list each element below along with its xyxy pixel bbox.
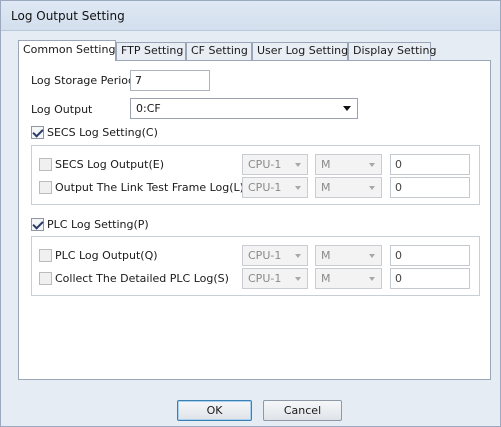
link-test-frame-log-label: Output The Link Test Frame Log(L)	[55, 181, 244, 194]
secs-log-setting-label: SECS Log Setting(C)	[47, 126, 158, 139]
link-test-frame-log-number-input[interactable]: 0	[390, 177, 470, 198]
common-setting-panel: Log Storage Period 7 Log Output 0:CF SEC…	[18, 60, 491, 380]
log-output-label: Log Output	[31, 103, 93, 116]
device-value: M	[321, 272, 331, 285]
plc-log-setting-label: PLC Log Setting(P)	[47, 218, 149, 231]
plc-log-output-device-select[interactable]: M	[315, 245, 382, 266]
chevron-down-icon	[369, 186, 375, 190]
detailed-plc-log-checkbox[interactable]	[39, 272, 52, 285]
log-output-value: 0:CF	[136, 102, 161, 115]
link-test-frame-log-cpu-select[interactable]: CPU-1	[242, 177, 308, 198]
chevron-down-icon	[295, 254, 301, 258]
cpu-value: CPU-1	[248, 272, 282, 285]
plc-log-output-label: PLC Log Output(Q)	[55, 249, 158, 262]
secs-log-setting-checkbox[interactable]	[31, 126, 44, 139]
secs-log-output-device-select[interactable]: M	[315, 154, 382, 175]
log-output-setting-dialog: Log Output Setting Common Setting FTP Se…	[0, 0, 501, 427]
chevron-down-icon	[369, 163, 375, 167]
device-value: M	[321, 249, 331, 262]
log-storage-period-input[interactable]: 7	[130, 70, 210, 91]
cpu-value: CPU-1	[248, 249, 282, 262]
plc-log-output-cpu-select[interactable]: CPU-1	[242, 245, 308, 266]
log-storage-period-label: Log Storage Period	[31, 74, 135, 87]
device-value: M	[321, 181, 331, 194]
tab-cf-setting[interactable]: CF Setting	[186, 42, 252, 60]
title-bar[interactable]: Log Output Setting	[1, 1, 500, 31]
chevron-down-icon	[295, 277, 301, 281]
detailed-plc-log-device-select[interactable]: M	[315, 268, 382, 289]
secs-log-output-cpu-select[interactable]: CPU-1	[242, 154, 308, 175]
detailed-plc-log-label: Collect The Detailed PLC Log(S)	[55, 272, 229, 285]
chevron-down-icon	[343, 106, 351, 111]
device-value: M	[321, 158, 331, 171]
cpu-value: CPU-1	[248, 181, 282, 194]
plc-log-group: PLC Log Output(Q) CPU-1 M 0 Collect The …	[31, 236, 480, 296]
tab-common-setting[interactable]: Common Setting	[18, 40, 116, 61]
link-test-frame-log-device-select[interactable]: M	[315, 177, 382, 198]
tab-ftp-setting[interactable]: FTP Setting	[116, 42, 186, 60]
plc-log-output-number-input[interactable]: 0	[390, 245, 470, 266]
cpu-value: CPU-1	[248, 158, 282, 171]
tab-user-log-setting[interactable]: User Log Setting	[252, 42, 348, 60]
detailed-plc-log-number-input[interactable]: 0	[390, 268, 470, 289]
secs-log-output-checkbox[interactable]	[39, 158, 52, 171]
tab-display-setting[interactable]: Display Setting	[348, 42, 436, 60]
chevron-down-icon	[295, 163, 301, 167]
secs-log-output-label: SECS Log Output(E)	[55, 158, 164, 171]
chevron-down-icon	[369, 277, 375, 281]
log-output-select[interactable]: 0:CF	[130, 98, 358, 119]
link-test-frame-log-checkbox[interactable]	[39, 181, 52, 194]
secs-log-group: SECS Log Output(E) CPU-1 M 0 Output The …	[31, 145, 480, 205]
chevron-down-icon	[369, 254, 375, 258]
detailed-plc-log-cpu-select[interactable]: CPU-1	[242, 268, 308, 289]
secs-log-output-number-input[interactable]: 0	[390, 154, 470, 175]
cancel-button[interactable]: Cancel	[263, 400, 342, 421]
plc-log-setting-checkbox[interactable]	[31, 218, 44, 231]
plc-log-output-checkbox[interactable]	[39, 249, 52, 262]
window-title: Log Output Setting	[11, 9, 125, 23]
chevron-down-icon	[295, 186, 301, 190]
ok-button[interactable]: OK	[177, 400, 252, 421]
